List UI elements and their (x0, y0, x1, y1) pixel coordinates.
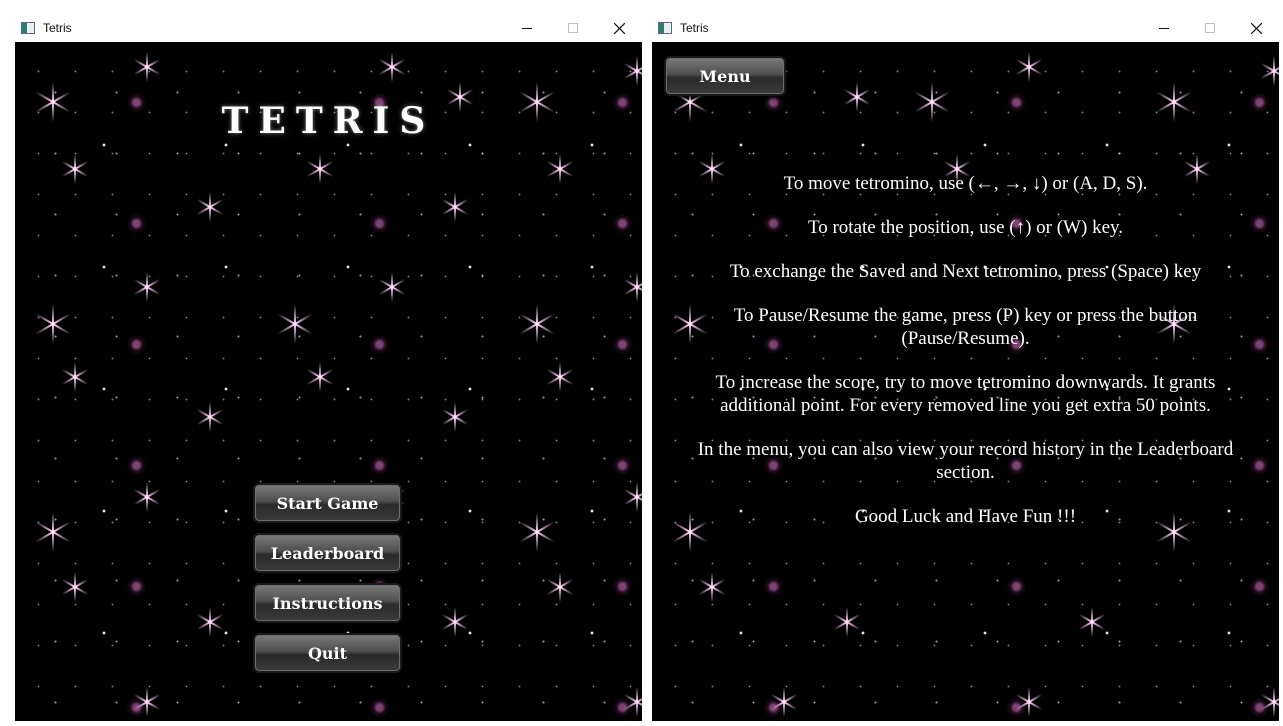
sparkle-icon (305, 154, 335, 184)
start-game-button[interactable]: Start Game (253, 483, 402, 523)
minimize-icon[interactable] (1141, 14, 1187, 42)
sparkle-icon (377, 272, 407, 302)
sparkle-icon (842, 82, 872, 112)
game-title: TETRIS (221, 100, 436, 142)
sparkle-icon (1014, 52, 1044, 82)
maximize-icon[interactable] (1187, 14, 1233, 42)
app-icon (658, 22, 672, 34)
sparkle-icon (33, 512, 73, 552)
sparkle-icon (33, 304, 73, 344)
sparkle-icon (440, 192, 470, 222)
window-title: Tetris (680, 21, 709, 35)
sparkle-icon (622, 482, 642, 512)
sparkle-icon (195, 607, 225, 637)
instruction-pause: To Pause/Resume the game, press (P) key … (733, 305, 1198, 349)
window-title: Tetris (43, 21, 72, 35)
sparkle-icon (132, 52, 162, 82)
close-icon[interactable] (596, 14, 642, 42)
instructions-text: To move tetromino, use (←, →, ↓) or (A, … (692, 172, 1239, 549)
sparkle-icon (545, 154, 575, 184)
sparkle-icon (1077, 607, 1107, 637)
title-bar[interactable]: Tetris (652, 14, 1279, 42)
sparkle-icon (517, 304, 557, 344)
sparkle-icon (697, 572, 727, 602)
tetris-instructions-window: Tetris Menu To move tetromino, use (←, →… (652, 14, 1279, 721)
sparkle-icon (377, 52, 407, 82)
sparkle-icon (832, 607, 862, 637)
menu-screen: TETRIS Start Game Leaderboard Instructio… (15, 42, 642, 721)
menu-button[interactable]: Menu (664, 56, 786, 96)
sparkle-icon (305, 362, 335, 392)
sparkle-icon (1259, 56, 1279, 86)
instruction-goodluck: Good Luck and Have Fun !!! (854, 506, 1077, 527)
sparkle-icon (769, 687, 799, 717)
sparkle-icon (132, 482, 162, 512)
leaderboard-button[interactable]: Leaderboard (253, 533, 402, 573)
instruction-move: To move tetromino, use (←, →, ↓) or (A, … (783, 173, 1148, 194)
close-icon[interactable] (1233, 14, 1279, 42)
sparkle-icon (1154, 82, 1194, 122)
sparkle-icon (440, 607, 470, 637)
sparkle-icon (60, 154, 90, 184)
instructions-button[interactable]: Instructions (253, 583, 402, 623)
instruction-rotate: To rotate the position, use (↑) or (W) k… (807, 217, 1124, 238)
sparkle-icon (622, 272, 642, 302)
instruction-score: To increase the score, try to move tetro… (715, 372, 1216, 416)
sparkle-icon (132, 272, 162, 302)
sparkle-icon (912, 82, 952, 122)
instructions-screen: Menu To move tetromino, use (←, →, ↓) or… (652, 42, 1279, 721)
maximize-icon[interactable] (550, 14, 596, 42)
title-bar[interactable]: Tetris (15, 14, 642, 42)
tetris-main-window: Tetris TETRIS Start Game Leaderboard Ins… (15, 14, 642, 721)
sparkle-icon (622, 56, 642, 86)
sparkle-icon (60, 362, 90, 392)
app-icon (21, 22, 35, 34)
sparkle-icon (1259, 687, 1279, 717)
sparkle-icon (1014, 687, 1044, 717)
sparkle-icon (545, 362, 575, 392)
sparkle-icon (60, 572, 90, 602)
sparkle-icon (275, 304, 315, 344)
sparkle-icon (545, 572, 575, 602)
sparkle-icon (195, 192, 225, 222)
instruction-exchange: To exchange the Saved and Next tetromino… (729, 261, 1202, 282)
sparkle-icon (622, 687, 642, 717)
minimize-icon[interactable] (504, 14, 550, 42)
sparkle-icon (195, 402, 225, 432)
instruction-leaderboard: In the menu, you can also view your reco… (697, 439, 1234, 483)
sparkle-icon (517, 512, 557, 552)
window-controls (1141, 14, 1279, 42)
quit-button[interactable]: Quit (253, 633, 402, 673)
sparkle-icon (440, 402, 470, 432)
window-controls (504, 14, 642, 42)
sparkle-icon (132, 687, 162, 717)
